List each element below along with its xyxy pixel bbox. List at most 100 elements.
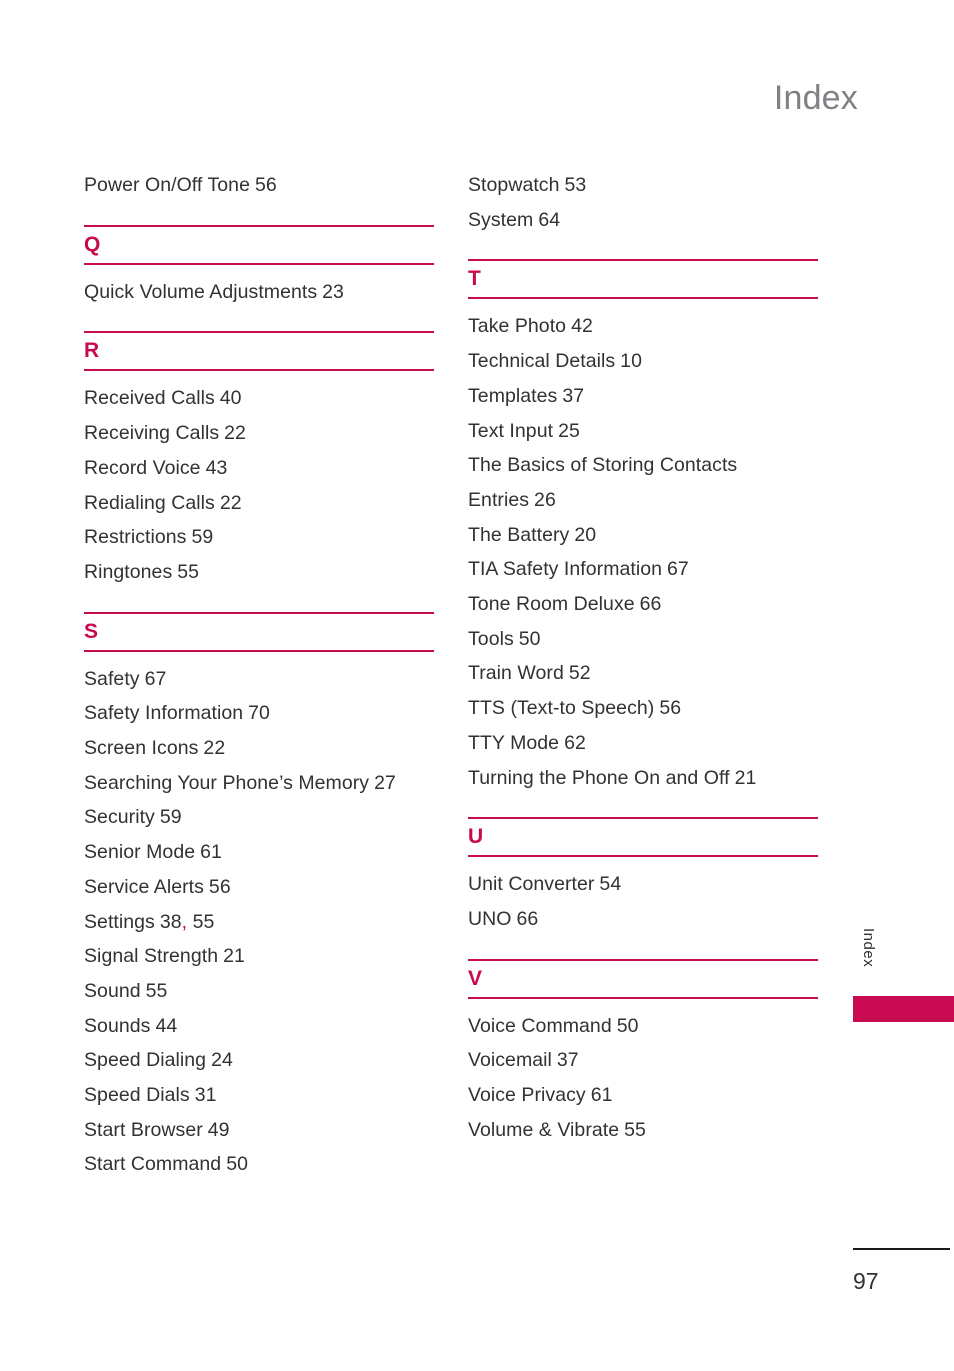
index-entry[interactable]: Signal Strength 21 [84, 939, 434, 974]
index-entry[interactable]: Speed Dialing 24 [84, 1043, 434, 1078]
index-entry[interactable]: Sound 55 [84, 974, 434, 1009]
index-entry[interactable]: Technical Details 10 [468, 344, 818, 379]
index-entry[interactable]: The Battery 20 [468, 518, 818, 553]
index-entry-page: 55 [624, 1118, 646, 1141]
section-letter: R [84, 339, 100, 363]
index-entry[interactable]: Text Input 25 [468, 414, 818, 449]
section-letter: V [468, 966, 483, 990]
index-entry-page: 43 [205, 456, 228, 479]
index-entry[interactable]: Received Calls 40 [84, 381, 434, 416]
index-entry-page: 56 [659, 697, 682, 720]
index-entry-page: 50 [226, 1153, 248, 1176]
index-entry[interactable]: Speed Dials 31 [84, 1078, 434, 1113]
index-entry-page: 54 [599, 873, 622, 896]
index-entry[interactable]: Tools 50 [468, 622, 818, 657]
index-entry[interactable]: The Basics of Storing Contacts Entries 26 [468, 448, 818, 517]
index-entry-page: 50 [518, 627, 541, 650]
index-entry-title: Signal Strength [84, 945, 219, 968]
index-entry[interactable]: UNO 66 [468, 902, 818, 937]
index-entry-title: Redialing Calls [84, 491, 215, 514]
page-separator: , [181, 910, 188, 933]
index-entry-title: Train Word [468, 662, 564, 685]
index-entry-page: 26 [534, 488, 556, 511]
index-entry-page: 37 [556, 1049, 579, 1072]
index-entry-page: 22 [224, 422, 246, 445]
index-entry-title: Settings [84, 910, 155, 933]
index-entry[interactable]: Safety 67 [84, 662, 434, 697]
index-entry-page: 67 [667, 558, 689, 581]
index-entry[interactable]: Power On/Off Tone 56 [84, 168, 434, 203]
index-entry-title: Sound [84, 979, 141, 1002]
index-entry-title: Safety Information [84, 702, 244, 725]
index-entry[interactable]: Sounds 44 [84, 1009, 434, 1044]
index-entry-page: 22 [203, 737, 226, 760]
index-entry-page: 67 [144, 667, 167, 690]
index-section-U: U [468, 817, 818, 858]
index-entry-title: Receiving Calls [84, 422, 220, 445]
index-entry[interactable]: Volume & Vibrate 55 [468, 1113, 818, 1148]
index-entry[interactable]: TIA Safety Information 67 [468, 552, 818, 587]
index-entry[interactable]: Quick Volume Adjustments 23 [84, 275, 434, 310]
index-entry[interactable]: Senior Mode 61 [84, 835, 434, 870]
index-entry-title: Voice Command [468, 1014, 612, 1037]
index-entry-title: Take Photo [468, 315, 567, 338]
index-entry[interactable]: Restrictions 59 [84, 520, 434, 555]
index-entry[interactable]: Turning the Phone On and Off 21 [468, 761, 818, 796]
index-entry[interactable]: Screen Icons 22 [84, 731, 434, 766]
index-entry[interactable]: Voicemail 37 [468, 1043, 818, 1078]
index-entry[interactable]: Settings 38, 55 [84, 905, 434, 940]
index-column-right: Stopwatch 53 System 64 T Take Photo 42 Technica… [468, 168, 818, 1182]
index-entry[interactable]: Start Browser 49 [84, 1113, 434, 1148]
index-entry-title: Power On/Off Tone [84, 174, 250, 196]
index-entry[interactable]: Start Command 50 [84, 1147, 434, 1182]
index-entry-title: Turning the Phone On and Off [468, 766, 730, 789]
index-entry-page: 21 [223, 945, 245, 968]
index-entry[interactable]: Voice Command 50 [468, 1009, 818, 1044]
footer-divider [853, 1248, 950, 1250]
index-entry-title: Text Input [468, 419, 554, 442]
index-entry-page: 20 [574, 523, 597, 546]
index-entry-title: Start Command [84, 1153, 222, 1176]
index-entry[interactable]: Record Voice 43 [84, 451, 434, 486]
index-entry-page: 50 [616, 1014, 639, 1037]
index-entry-page: 27 [374, 771, 396, 794]
index-section-Q: Q [84, 224, 434, 265]
index-section-V: V [468, 958, 818, 999]
side-tab-marker [853, 996, 954, 1022]
index-entry-title: Safety [84, 667, 140, 690]
section-letter: S [84, 619, 99, 643]
index-entry[interactable]: Receiving Calls 22 [84, 416, 434, 451]
index-entry[interactable]: TTS (Text-to Speech) 56 [468, 691, 818, 726]
index-entry[interactable]: System 64 [468, 203, 818, 238]
index-entry-title: Quick Volume Adjustments [84, 280, 318, 303]
index-entry[interactable]: Voice Privacy 61 [468, 1078, 818, 1113]
index-entry-title: Ringtones [84, 560, 173, 583]
index-entry-page: 62 [564, 731, 586, 754]
index-entry[interactable]: Stopwatch 53 [468, 168, 818, 203]
index-entry[interactable]: TTY Mode 62 [468, 726, 818, 761]
index-entry-page: 44 [155, 1014, 178, 1037]
index-entry-page: 52 [568, 662, 591, 685]
index-entry[interactable]: Safety Information 70 [84, 696, 434, 731]
section-rule-bottom [468, 855, 818, 858]
index-entry[interactable]: Ringtones 55 [84, 555, 434, 590]
index-entry-page: 56 [254, 174, 277, 196]
index-entry[interactable]: Tone Room Deluxe 66 [468, 587, 818, 622]
index-entry[interactable]: Take Photo 42 [468, 309, 818, 344]
index-entry-title: TTY Mode [468, 731, 560, 754]
index-entry[interactable]: Searching Your Phone’s Memory 27 [84, 766, 434, 801]
index-entry[interactable]: Templates 37 [468, 379, 818, 414]
index-entry-title: TTS (Text-to Speech) [468, 697, 655, 720]
index-entry-title: TIA Safety Information [468, 558, 663, 581]
index-entry[interactable]: Train Word 52 [468, 656, 818, 691]
index-entry-page: 59 [159, 806, 182, 829]
index-entry[interactable]: Unit Converter 54 [468, 867, 818, 902]
index-entry-title: Technical Details [468, 350, 616, 373]
index-entry[interactable]: Security 59 [84, 800, 434, 835]
index-entry-title: Volume & Vibrate [468, 1118, 620, 1141]
side-tab-label: Index [860, 928, 877, 968]
index-entry-page: 22 [219, 491, 242, 514]
index-entry-page: 64 [538, 208, 561, 231]
index-entry[interactable]: Service Alerts 56 [84, 870, 434, 905]
index-entry[interactable]: Redialing Calls 22 [84, 486, 434, 521]
